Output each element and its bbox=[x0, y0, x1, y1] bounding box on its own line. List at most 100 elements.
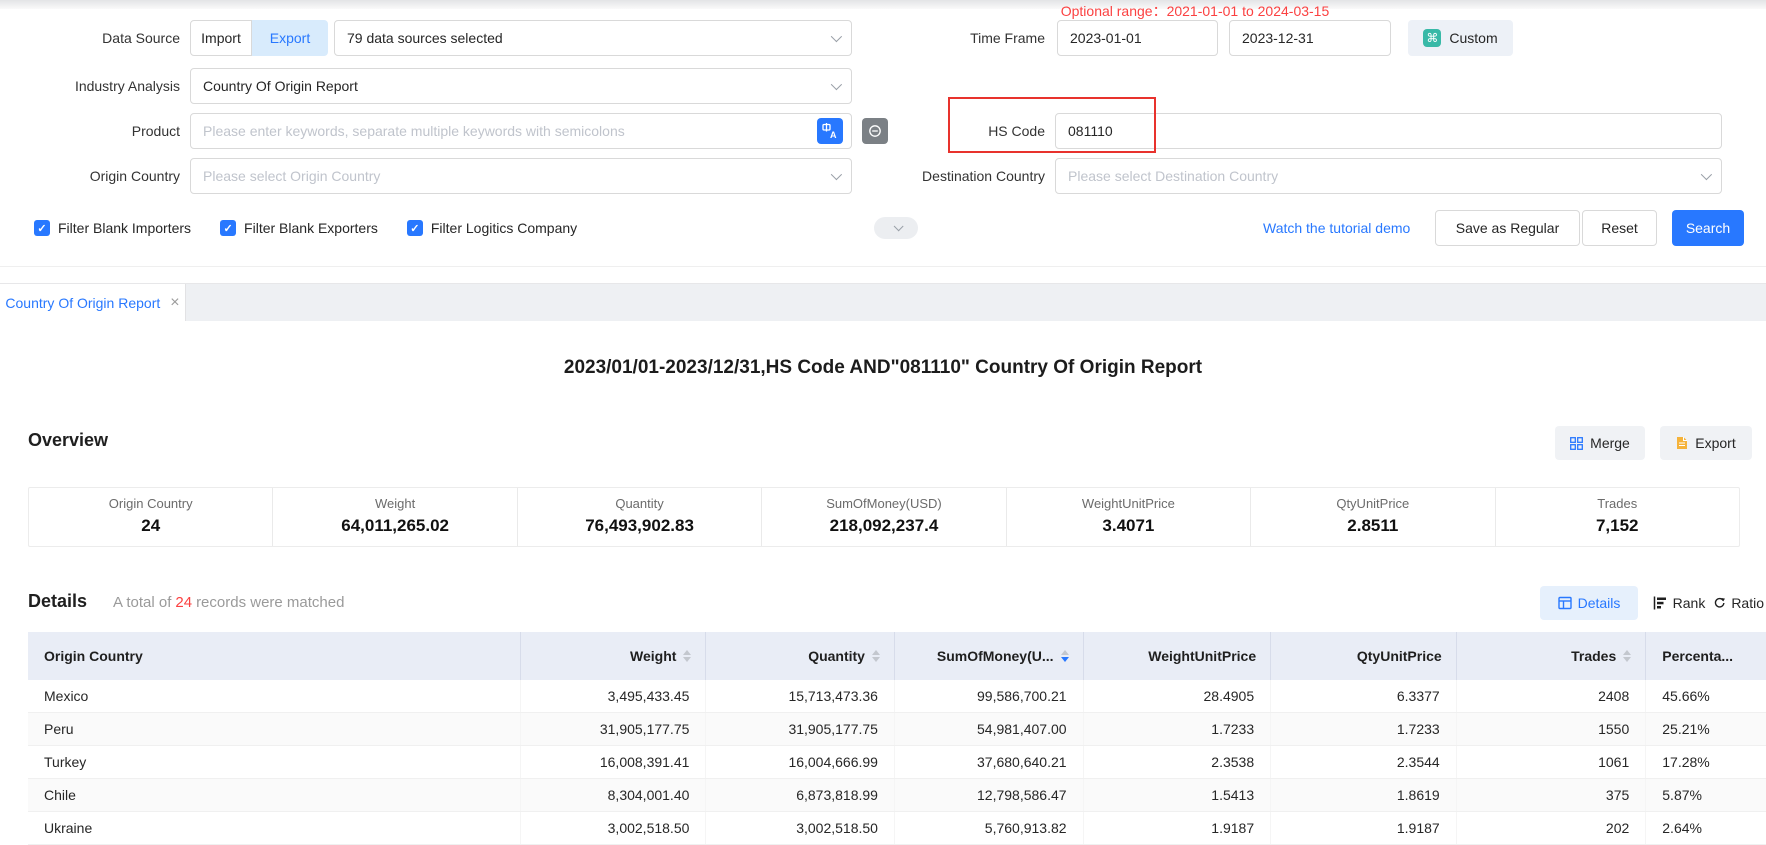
cell: 6,873,818.99 bbox=[706, 779, 895, 811]
end-date-input[interactable] bbox=[1242, 30, 1423, 46]
cell: 1.9187 bbox=[1271, 812, 1457, 844]
data-source-toggle: Import Export bbox=[190, 20, 328, 56]
stat-card: SumOfMoney(USD)218,092,237.4 bbox=[762, 488, 1006, 546]
reset-button[interactable]: Reset bbox=[1582, 210, 1657, 246]
cell-origin-country: Mexico bbox=[28, 680, 521, 712]
checkbox-checked-icon[interactable]: ✓ bbox=[220, 220, 236, 236]
stat-label: Trades bbox=[1496, 496, 1739, 511]
import-toggle-button[interactable]: Import bbox=[190, 20, 252, 56]
stat-value: 2.8511 bbox=[1251, 516, 1494, 536]
merge-label: Merge bbox=[1590, 435, 1630, 451]
end-date-field[interactable] bbox=[1229, 20, 1391, 56]
cell: 2.64% bbox=[1646, 812, 1766, 844]
stat-value: 3.4071 bbox=[1007, 516, 1250, 536]
column-header-weight[interactable]: Weight bbox=[521, 632, 707, 680]
view-details-button[interactable]: Details bbox=[1540, 586, 1638, 620]
data-sources-select[interactable]: 79 data sources selected bbox=[334, 20, 852, 56]
merge-icon bbox=[1570, 437, 1583, 450]
origin-country-placeholder: Please select Origin Country bbox=[203, 168, 380, 184]
save-as-regular-button[interactable]: Save as Regular bbox=[1435, 210, 1580, 246]
checkbox-checked-icon[interactable]: ✓ bbox=[34, 220, 50, 236]
filter-panel: Data Source Import Export 79 data source… bbox=[0, 0, 1766, 267]
checkbox-checked-icon[interactable]: ✓ bbox=[407, 220, 423, 236]
overview-heading: Overview bbox=[28, 430, 108, 451]
view-details-label: Details bbox=[1578, 595, 1621, 611]
tutorial-demo-link[interactable]: Watch the tutorial demo bbox=[1263, 210, 1410, 246]
ratio-icon bbox=[1714, 596, 1725, 610]
overview-stats: Origin Country24Weight64,011,265.02Quant… bbox=[28, 487, 1740, 547]
cell: 2.3538 bbox=[1084, 746, 1272, 778]
export-icon bbox=[1676, 436, 1688, 450]
cell: 16,004,666.99 bbox=[706, 746, 895, 778]
sort-icon[interactable] bbox=[1061, 650, 1069, 662]
trade-data-page: Data Source Import Export 79 data source… bbox=[0, 0, 1766, 845]
tab-label: Country Of Origin Report bbox=[5, 295, 160, 311]
product-keywords-input[interactable] bbox=[203, 123, 803, 139]
industry-analysis-value: Country Of Origin Report bbox=[203, 78, 358, 94]
report-title: 2023/01/01-2023/12/31,HS Code AND"081110… bbox=[0, 357, 1766, 379]
details-icon bbox=[1558, 596, 1572, 610]
stat-card: WeightUnitPrice3.4071 bbox=[1007, 488, 1251, 546]
filter-checkbox[interactable]: ✓Filter Logitics Company bbox=[407, 220, 577, 236]
sort-icon[interactable] bbox=[683, 650, 691, 662]
cell: 3,002,518.50 bbox=[521, 812, 707, 844]
command-icon: ⌘ bbox=[1423, 29, 1441, 47]
stat-label: SumOfMoney(USD) bbox=[762, 496, 1005, 511]
column-header-sumofmoney-u[interactable]: SumOfMoney(U... bbox=[895, 632, 1084, 680]
column-header-trades[interactable]: Trades bbox=[1457, 632, 1647, 680]
view-ratio-button[interactable]: Ratio bbox=[1714, 586, 1764, 620]
checkbox-label: Filter Blank Importers bbox=[58, 220, 191, 236]
sort-icon[interactable] bbox=[872, 650, 880, 662]
cell: 6.3377 bbox=[1271, 680, 1457, 712]
filter-checkbox[interactable]: ✓ Filter Blank Importers bbox=[34, 220, 191, 236]
custom-range-button[interactable]: ⌘ Custom bbox=[1408, 20, 1513, 56]
expand-filters-button[interactable] bbox=[874, 217, 918, 239]
stat-label: QtyUnitPrice bbox=[1251, 496, 1494, 511]
export-button[interactable]: Export bbox=[1660, 426, 1752, 460]
origin-country-label: Origin Country bbox=[0, 158, 180, 194]
chevron-down-icon bbox=[831, 31, 842, 42]
cell: 28.4905 bbox=[1084, 680, 1272, 712]
data-sources-value: 79 data sources selected bbox=[347, 30, 503, 46]
destination-country-select[interactable]: Please select Destination Country bbox=[1055, 158, 1722, 194]
view-rank-label: Rank bbox=[1673, 595, 1706, 611]
cell: 1.7233 bbox=[1084, 713, 1272, 745]
view-rank-button[interactable]: Rank bbox=[1648, 586, 1710, 620]
stat-value: 7,152 bbox=[1496, 516, 1739, 536]
translate-icon[interactable]: A bbox=[817, 118, 843, 144]
sort-icon[interactable] bbox=[1623, 650, 1631, 662]
cell: 1061 bbox=[1457, 746, 1647, 778]
cell: 375 bbox=[1457, 779, 1647, 811]
column-header-percenta: Percenta... bbox=[1646, 632, 1766, 680]
column-header-quantity[interactable]: Quantity bbox=[706, 632, 895, 680]
search-button[interactable]: Search bbox=[1672, 210, 1744, 246]
close-icon[interactable]: × bbox=[170, 294, 179, 312]
product-field[interactable] bbox=[190, 113, 852, 149]
tab-country-of-origin-report[interactable]: Country Of Origin Report × bbox=[0, 284, 186, 321]
cell: 1550 bbox=[1457, 713, 1647, 745]
start-date-field[interactable] bbox=[1057, 20, 1218, 56]
details-table: Origin CountryWeightQuantitySumOfMoney(U… bbox=[28, 632, 1766, 845]
table-row: Ukraine3,002,518.503,002,518.505,760,913… bbox=[28, 812, 1766, 845]
stat-value: 24 bbox=[29, 516, 272, 536]
start-date-input[interactable] bbox=[1070, 30, 1251, 46]
cell: 17.28% bbox=[1646, 746, 1766, 778]
product-label: Product bbox=[0, 113, 180, 149]
industry-analysis-select[interactable]: Country Of Origin Report bbox=[190, 68, 852, 104]
stat-label: Origin Country bbox=[29, 496, 272, 511]
chevron-down-icon bbox=[893, 221, 903, 231]
table-row: Peru31,905,177.7531,905,177.7554,981,407… bbox=[28, 713, 1766, 746]
merge-button[interactable]: Merge bbox=[1555, 426, 1645, 460]
cell: 202 bbox=[1457, 812, 1647, 844]
filter-checkbox[interactable]: ✓Filter Blank Exporters bbox=[220, 220, 378, 236]
cell: 31,905,177.75 bbox=[521, 713, 707, 745]
cell: 2.3544 bbox=[1271, 746, 1457, 778]
data-source-label: Data Source bbox=[0, 20, 180, 56]
chevron-down-icon bbox=[1701, 169, 1712, 180]
origin-country-select[interactable]: Please select Origin Country bbox=[190, 158, 852, 194]
hs-code-field[interactable] bbox=[1055, 113, 1722, 149]
hs-code-input[interactable] bbox=[1068, 123, 1709, 139]
export-toggle-button[interactable]: Export bbox=[252, 20, 328, 56]
cell: 45.66% bbox=[1646, 680, 1766, 712]
stat-label: Weight bbox=[273, 496, 516, 511]
